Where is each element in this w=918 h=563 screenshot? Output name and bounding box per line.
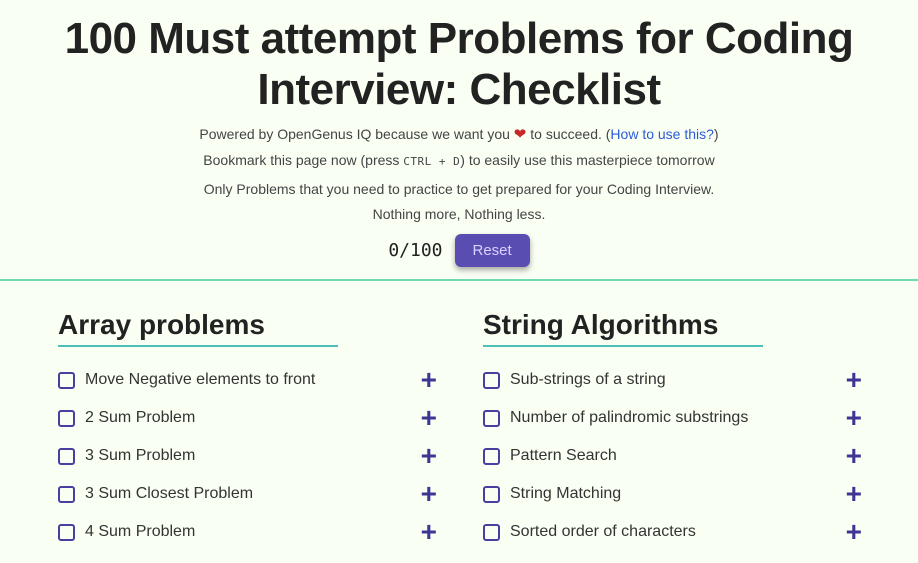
how-to-use-link[interactable]: How to use this? xyxy=(610,126,714,142)
checkbox[interactable] xyxy=(58,410,75,427)
heading-array: Array problems xyxy=(58,309,338,347)
checkbox[interactable] xyxy=(483,524,500,541)
item-label: String Matching xyxy=(510,485,842,503)
bookmark-line: Bookmark this page now (press CTRL + D) … xyxy=(0,151,918,170)
list-item: Pattern Search+ xyxy=(483,437,866,475)
item-label: Move Negative elements to front xyxy=(85,371,417,389)
list-item: Sorted order of characters+ xyxy=(483,513,866,551)
powered-text-a: Powered by OpenGenus IQ because we want … xyxy=(199,126,513,142)
checkbox[interactable] xyxy=(483,372,500,389)
checkbox[interactable] xyxy=(483,448,500,465)
reset-button[interactable]: Reset xyxy=(455,234,530,267)
item-label: Sorted order of characters xyxy=(510,523,842,541)
list-item: 3 Sum Problem+ xyxy=(58,437,441,475)
tagline-2: Nothing more, Nothing less. xyxy=(0,205,918,224)
list-item: Number of palindromic substrings+ xyxy=(483,399,866,437)
tagline-1: Only Problems that you need to practice … xyxy=(0,180,918,199)
col-array: Array problems Move Negative elements to… xyxy=(58,309,441,551)
expand-icon[interactable]: + xyxy=(417,366,441,394)
checkbox[interactable] xyxy=(483,486,500,503)
expand-icon[interactable]: + xyxy=(842,480,866,508)
item-label: 2 Sum Problem xyxy=(85,409,417,427)
item-label: Number of palindromic substrings xyxy=(510,409,842,427)
checkbox[interactable] xyxy=(58,448,75,465)
kbd-ctrl-d: CTRL + D xyxy=(403,155,460,168)
list-item: Move Negative elements to front+ xyxy=(58,361,441,399)
powered-by-line: Powered by OpenGenus IQ because we want … xyxy=(0,125,918,145)
expand-icon[interactable]: + xyxy=(842,404,866,432)
list-item: 3 Sum Closest Problem+ xyxy=(58,475,441,513)
bookmark-b: ) to easily use this masterpiece tomorro… xyxy=(460,152,714,168)
col-string: String Algorithms Sub-strings of a strin… xyxy=(483,309,866,551)
powered-text-c: ) xyxy=(714,126,719,142)
progress-row: 0/100 Reset xyxy=(0,234,918,267)
item-label: Sub-strings of a string xyxy=(510,371,842,389)
expand-icon[interactable]: + xyxy=(417,442,441,470)
heading-string: String Algorithms xyxy=(483,309,763,347)
bookmark-a: Bookmark this page now (press xyxy=(203,152,403,168)
expand-icon[interactable]: + xyxy=(417,480,441,508)
expand-icon[interactable]: + xyxy=(417,518,441,546)
columns: Array problems Move Negative elements to… xyxy=(0,281,918,551)
expand-icon[interactable]: + xyxy=(842,518,866,546)
progress-counter: 0/100 xyxy=(388,240,442,261)
expand-icon[interactable]: + xyxy=(842,442,866,470)
item-label: Pattern Search xyxy=(510,447,842,465)
list-item: 4 Sum Problem+ xyxy=(58,513,441,551)
item-label: 3 Sum Closest Problem xyxy=(85,485,417,503)
list-item: String Matching+ xyxy=(483,475,866,513)
checkbox[interactable] xyxy=(58,524,75,541)
powered-text-b: to succeed. ( xyxy=(530,126,610,142)
page-title: 100 Must attempt Problems for Coding Int… xyxy=(0,0,918,119)
expand-icon[interactable]: + xyxy=(842,366,866,394)
item-label: 4 Sum Problem xyxy=(85,523,417,541)
checkbox[interactable] xyxy=(483,410,500,427)
item-label: 3 Sum Problem xyxy=(85,447,417,465)
checkbox[interactable] xyxy=(58,372,75,389)
list-item: 2 Sum Problem+ xyxy=(58,399,441,437)
checkbox[interactable] xyxy=(58,486,75,503)
expand-icon[interactable]: + xyxy=(417,404,441,432)
heart-icon: ❤ xyxy=(514,126,527,143)
list-item: Sub-strings of a string+ xyxy=(483,361,866,399)
